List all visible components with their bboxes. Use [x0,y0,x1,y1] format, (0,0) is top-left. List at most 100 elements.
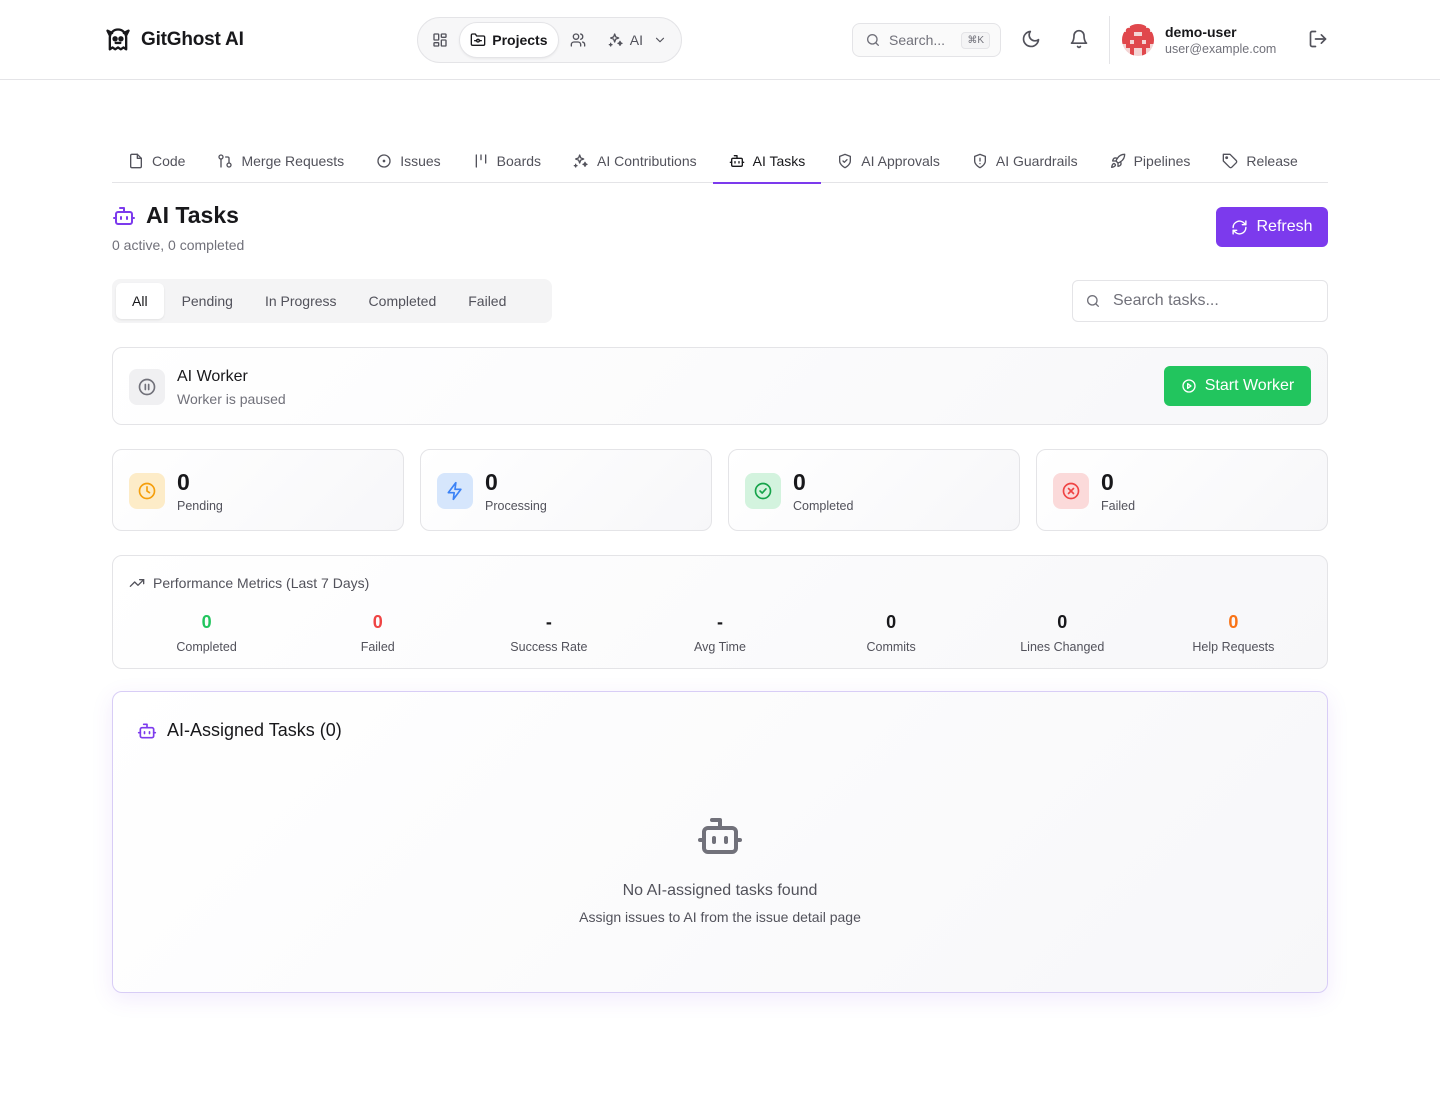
stat-card-pending: 0 Pending [112,449,404,531]
stat-label: Processing [485,499,547,513]
tab-ai-contributions-label: AI Contributions [597,152,697,169]
stat-value: 0 [485,469,498,495]
projects-nav-button[interactable]: Projects [459,22,559,58]
ai-nav-label: AI [629,32,643,48]
stat-icon-box [129,473,165,509]
refresh-button[interactable]: Refresh [1216,207,1328,247]
start-worker-label: Start Worker [1204,377,1295,394]
metric-value: 0 [886,612,897,632]
bell-icon [1070,29,1088,49]
worker-status: Worker is paused [177,391,286,407]
filter-tab-all[interactable]: All [116,283,164,319]
user-avatar[interactable] [1122,24,1154,56]
folder-git-icon [470,33,486,46]
start-worker-button[interactable]: Start Worker [1164,366,1311,406]
metric-label: Completed [176,640,237,654]
tab-ai-guardrails[interactable]: AI Guardrails [956,138,1094,183]
tab-code-label: Code [152,152,186,169]
stat-value: 0 [793,469,806,495]
zap-icon [447,481,462,501]
filter-tab-pending[interactable]: Pending [168,283,247,319]
worker-status-icon-box [129,369,165,405]
tab-issues-label: Issues [400,152,441,169]
tab-pipelines-label: Pipelines [1133,152,1191,169]
worker-title: AI Worker [177,368,248,385]
metrics-row: 0 Completed 0 Failed - Success Rate - Av… [121,612,1319,654]
pause-circle-icon [138,378,156,396]
ai-nav-dropdown[interactable]: AI [598,22,677,58]
search-icon [1087,295,1099,307]
filter-tab-in-progress[interactable]: In Progress [251,283,351,319]
tab-ai-tasks-label: AI Tasks [752,152,806,169]
sparkles-icon [608,33,623,47]
tab-merge-requests-label: Merge Requests [241,152,345,169]
git-merge-icon [218,153,233,168]
metric-failed: 0 Failed [292,612,463,654]
performance-metrics-card: Performance Metrics (Last 7 Days) 0 Comp… [112,555,1328,669]
filter-tab-completed[interactable]: Completed [355,283,451,319]
app-logo[interactable]: GitGhost AI [104,26,244,54]
performance-header: Performance Metrics (Last 7 Days) [129,575,369,591]
page-title-text: AI Tasks [146,202,239,228]
global-search[interactable]: Search... ⌘K [852,23,1001,57]
tab-pipelines[interactable]: Pipelines [1094,138,1207,183]
refresh-button-label: Refresh [1256,218,1313,235]
theme-toggle-button[interactable] [1021,29,1041,49]
tab-release[interactable]: Release [1206,138,1298,183]
trending-up-icon [129,579,145,587]
projects-nav-label: Projects [492,32,548,48]
kanban-icon [475,153,486,168]
filter-tab-failed[interactable]: Failed [454,283,520,319]
bot-icon [698,818,742,854]
metric-label: Failed [360,640,395,654]
empty-state-subtitle: Assign issues to AI from the issue detai… [579,909,861,925]
tab-release-label: Release [1246,152,1298,169]
bot-icon [113,206,135,225]
metric-help-requests: 0 Help Requests [1148,612,1319,654]
metric-lines-changed: 0 Lines Changed [977,612,1148,654]
logout-button[interactable] [1308,29,1328,49]
stat-label: Pending [177,499,223,513]
tab-issues[interactable]: Issues [360,138,456,183]
stat-card-failed: 0 Failed [1036,449,1328,531]
tab-merge-requests[interactable]: Merge Requests [201,138,360,183]
assigned-tasks-title: AI-Assigned Tasks (0) [167,720,342,740]
metric-label: Lines Changed [1020,640,1105,654]
bot-icon [729,154,744,167]
metric-label: Success Rate [510,640,588,654]
page-subtitle: 0 active, 0 completed [112,237,245,253]
top-nav: Projects AI [417,17,682,63]
tab-ai-guardrails-label: AI Guardrails [995,152,1078,169]
stat-value: 0 [177,469,190,495]
circle-dot-icon [377,153,391,168]
stat-card-processing: 0 Processing [420,449,712,531]
stat-label: Completed [793,499,854,513]
tab-ai-tasks[interactable]: AI Tasks [712,138,822,184]
search-shortcut-badge: ⌘K [961,31,990,49]
metric-value: 0 [1057,612,1068,632]
users-nav-button[interactable] [561,22,596,58]
tab-code[interactable]: Code [112,138,201,183]
stat-icon-box [1053,473,1089,509]
metric-commits: 0 Commits [806,612,977,654]
header-divider [1109,16,1110,64]
bot-icon [137,723,157,738]
metric-value: 0 [201,612,212,632]
user-email: user@example.com [1165,42,1277,56]
metric-value: 0 [372,612,383,632]
shield-alert-icon [973,153,986,168]
empty-state: No AI-assigned tasks found Assign issues… [113,812,1327,925]
tab-ai-approvals[interactable]: AI Approvals [821,138,956,183]
tab-ai-contributions[interactable]: AI Contributions [557,138,713,183]
task-search-input[interactable] [1113,292,1313,310]
metric-label: Commits [866,640,916,654]
dashboard-nav-button[interactable] [422,22,457,58]
users-icon [570,33,586,47]
metric-label: Avg Time [694,640,746,654]
global-search-placeholder: Search... [889,32,946,48]
notifications-button[interactable] [1069,29,1089,49]
x-circle-icon [1062,482,1080,500]
tab-boards[interactable]: Boards [457,138,557,183]
tag-icon [1223,153,1238,168]
project-tabs: Code Merge Requests Issues Boards AI Con… [112,138,1328,184]
